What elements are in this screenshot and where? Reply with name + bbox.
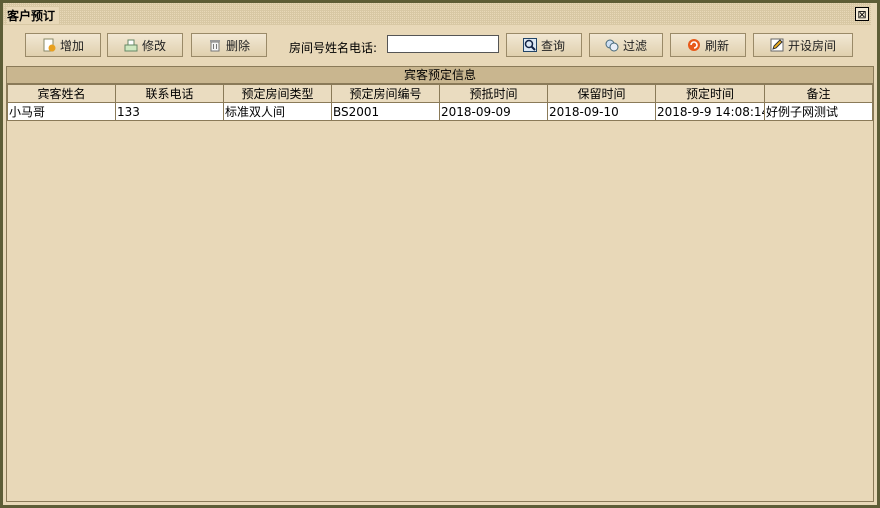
column-header[interactable]: 预定房间类型 bbox=[223, 84, 332, 103]
filter-button[interactable]: 过滤 bbox=[589, 33, 663, 57]
table-cell: BS2001 bbox=[331, 102, 440, 121]
table-header-row: 宾客姓名 联系电话 预定房间类型 预定房间编号 预抵时间 保留时间 预定时间 备… bbox=[7, 84, 873, 103]
search-icon bbox=[522, 38, 537, 52]
booking-panel: 宾客预定信息 宾客姓名 联系电话 预定房间类型 预定房间编号 预抵时间 保留时间… bbox=[6, 66, 874, 502]
panel-title: 宾客预定信息 bbox=[7, 67, 873, 84]
title-bar[interactable]: 客户预订 ⊠ bbox=[3, 3, 871, 25]
column-header[interactable]: 宾客姓名 bbox=[7, 84, 116, 103]
open-room-button[interactable]: 开设房间 bbox=[753, 33, 853, 57]
pencil-icon bbox=[770, 38, 784, 52]
column-header[interactable]: 备注 bbox=[764, 84, 873, 103]
edit-button[interactable]: 修改 bbox=[107, 33, 183, 57]
query-button[interactable]: 查询 bbox=[506, 33, 582, 57]
filter-icon bbox=[605, 38, 619, 52]
toolbar: 增加 修改 删除 房间号姓名电话: 查询 过滤 刷新 开设房间 bbox=[3, 28, 871, 62]
column-header[interactable]: 联系电话 bbox=[115, 84, 224, 103]
table-cell: 2018-9-9 14:08:14 bbox=[655, 102, 765, 121]
column-header[interactable]: 预抵时间 bbox=[439, 84, 548, 103]
query-label: 查询 bbox=[540, 38, 565, 53]
refresh-icon bbox=[687, 38, 701, 52]
column-header[interactable]: 预定时间 bbox=[655, 84, 765, 103]
window-title: 客户预订 bbox=[7, 7, 60, 24]
table-cell: 133 bbox=[115, 102, 224, 121]
edit-label: 修改 bbox=[141, 38, 166, 53]
add-label: 增加 bbox=[59, 38, 84, 53]
table-cell: 标准双人间 bbox=[223, 102, 332, 121]
open-room-label: 开设房间 bbox=[787, 38, 836, 53]
refresh-label: 刷新 bbox=[704, 38, 729, 53]
booking-table: 宾客姓名 联系电话 预定房间类型 预定房间编号 预抵时间 保留时间 预定时间 备… bbox=[7, 84, 873, 121]
filter-label: 过滤 bbox=[622, 38, 647, 53]
trash-icon bbox=[208, 38, 222, 52]
table-row[interactable]: 小马哥 133 标准双人间 BS2001 2018-09-09 2018-09-… bbox=[7, 102, 873, 121]
search-input[interactable] bbox=[387, 35, 499, 53]
delete-label: 删除 bbox=[225, 38, 250, 53]
edit-icon bbox=[124, 38, 138, 52]
column-header[interactable]: 预定房间编号 bbox=[331, 84, 440, 103]
table-cell: 好例子网测试 bbox=[764, 102, 873, 121]
add-icon bbox=[42, 38, 56, 52]
table-cell: 小马哥 bbox=[7, 102, 116, 121]
close-icon[interactable]: ⊠ bbox=[855, 7, 869, 21]
table-cell: 2018-09-10 bbox=[547, 102, 656, 121]
table-cell: 2018-09-09 bbox=[439, 102, 548, 121]
search-label: 房间号姓名电话: bbox=[289, 41, 378, 55]
column-header[interactable]: 保留时间 bbox=[547, 84, 656, 103]
delete-button[interactable]: 删除 bbox=[191, 33, 267, 57]
refresh-button[interactable]: 刷新 bbox=[670, 33, 746, 57]
add-button[interactable]: 增加 bbox=[25, 33, 101, 57]
